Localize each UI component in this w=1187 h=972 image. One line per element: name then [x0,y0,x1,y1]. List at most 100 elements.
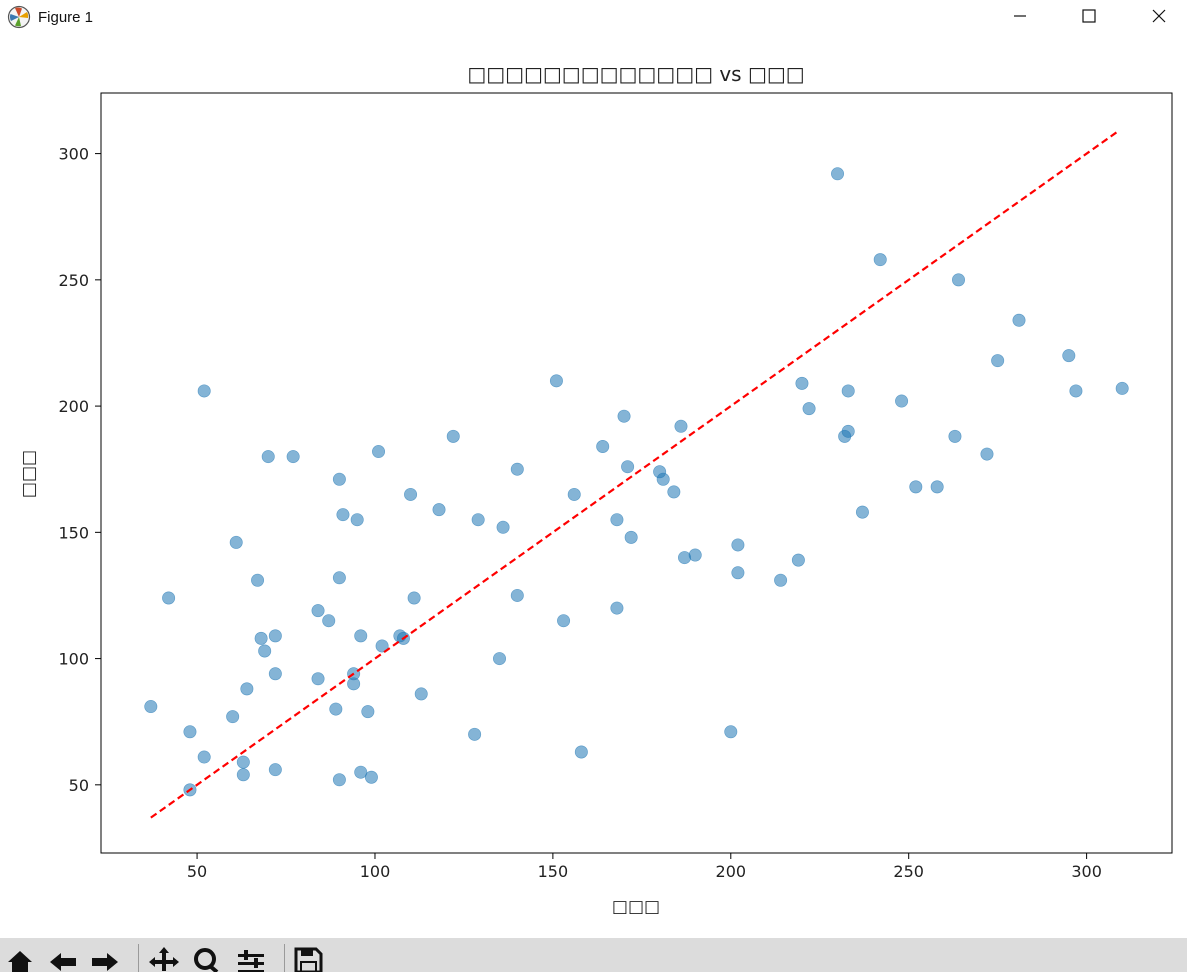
data-point [404,487,418,501]
data-point [240,682,254,696]
window-title: Figure 1 [38,9,94,26]
data-point [724,725,738,739]
toolbar-separator [138,944,139,972]
forward-icon [92,953,118,971]
x-tick-label: 300 [1071,862,1102,881]
close-button[interactable] [1136,0,1182,32]
data-point [624,530,638,544]
y-axis-ticks: 50 100 150 200 250 300 [58,145,101,795]
data-point [1069,384,1083,398]
y-tick-label: 250 [58,271,89,290]
data-point [268,629,282,643]
data-point [332,571,346,585]
y-tick-label: 50 [69,776,89,795]
data-point [493,652,507,666]
data-point [144,700,158,714]
data-point [251,573,265,587]
data-point [930,480,944,494]
data-point [873,253,887,267]
data-point [656,472,670,486]
matplotlib-app-icon [7,5,31,29]
data-point [795,376,809,390]
data-point [980,447,994,461]
x-axis-ticks: 50 100 150 200 250 300 [187,853,1102,881]
data-point [510,462,524,476]
zoom-icon [194,948,219,972]
data-point [329,702,343,716]
data-point [791,553,805,567]
data-point [855,505,869,519]
back-icon [50,953,76,971]
data-point [229,535,243,549]
data-point [948,429,962,443]
data-point [332,773,346,787]
data-point [268,763,282,777]
data-point [468,727,482,741]
data-point [802,402,816,416]
data-point [596,439,610,453]
x-tick-label: 150 [538,862,569,881]
data-point [254,631,268,645]
data-point [841,424,855,438]
configure-button[interactable] [235,946,269,972]
data-point [354,629,368,643]
save-button[interactable] [292,946,326,972]
data-point [831,167,845,181]
forward-button[interactable] [89,946,123,972]
x-tick-label: 50 [187,862,207,881]
data-point [407,591,421,605]
data-point [372,445,386,459]
data-point [261,450,275,464]
y-tick-label: 150 [58,523,89,542]
pan-icon [149,947,179,971]
data-point [774,573,788,587]
data-point [678,551,692,565]
navigation-toolbar [0,938,1187,972]
figure-canvas[interactable]: □□□□□□□□□□□□□ vs □□□ 50 100 150 200 250 300 5… [0,38,1187,938]
data-point [236,755,250,769]
data-point [496,520,510,534]
data-point [841,384,855,398]
data-point [364,770,378,784]
data-point [322,614,336,628]
data-point [557,614,571,628]
data-point [311,604,325,618]
pan-button[interactable] [147,946,181,972]
data-points [144,167,1129,797]
data-point [332,472,346,486]
data-point [1115,381,1129,395]
data-point [350,513,364,527]
data-point [226,710,240,724]
data-point [258,644,272,658]
data-point [952,273,966,287]
data-point [446,429,460,443]
zoom-button[interactable] [190,946,224,972]
minimize-icon [1014,15,1026,17]
data-point [991,354,1005,368]
data-point [610,513,624,527]
save-icon [294,947,323,972]
home-icon [8,951,32,972]
data-point [667,485,681,499]
x-axis-label: □□□ [612,897,660,917]
x-tick-label: 200 [716,862,747,881]
data-point [688,548,702,562]
maximize-button[interactable] [1066,0,1112,32]
data-point [336,508,350,522]
data-point [617,409,631,423]
data-point [286,450,300,464]
x-tick-label: 100 [360,862,391,881]
window-titlebar: Figure 1 [0,0,1187,38]
data-point [731,538,745,552]
data-point [1062,349,1076,363]
back-button[interactable] [47,946,81,972]
minimize-button[interactable] [997,0,1043,32]
configure-icon [238,950,264,972]
y-axis-label: □□□ [19,450,39,498]
data-point [236,768,250,782]
home-button[interactable] [4,946,38,972]
data-point [1012,313,1026,327]
data-point [610,601,624,615]
y-tick-label: 100 [58,650,89,669]
y-tick-label: 300 [58,145,89,164]
